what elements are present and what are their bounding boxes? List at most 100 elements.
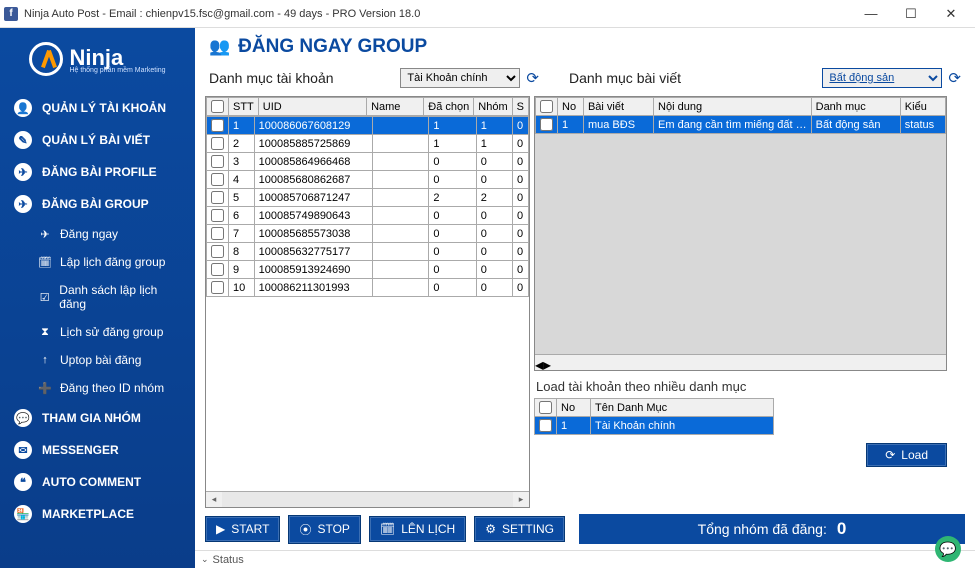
row-checkbox[interactable] — [211, 137, 224, 150]
sidebar-item[interactable]: ✉ MESSENGER — [0, 434, 195, 466]
sidebar-subitem[interactable]: ✈Đăng ngay — [0, 220, 195, 248]
posts-table[interactable]: No Bài viết Nội dung Danh mục Kiểu 1mua … — [534, 96, 947, 371]
col-danhmuc[interactable]: Danh mục — [811, 98, 900, 116]
multicat-select-all[interactable] — [539, 401, 552, 414]
refresh-posts-icon[interactable]: ⟳ — [948, 69, 961, 87]
sidebar-icon: ✎ — [14, 131, 32, 149]
sidebar-icon: 💬 — [14, 409, 32, 427]
sidebar-item[interactable]: 🏪MARKETPLACE — [0, 498, 195, 530]
accounts-select-all[interactable] — [211, 100, 224, 113]
table-row[interactable]: 8100085632775177 000 — [207, 243, 529, 261]
table-row[interactable]: 5100085706871247 220 — [207, 189, 529, 207]
col-noidung[interactable]: Nội dung — [654, 98, 812, 116]
col-stt[interactable]: STT — [229, 98, 259, 116]
accounts-hscroll[interactable]: ◂▸ — [206, 491, 529, 507]
sidebar-item-label: MARKETPLACE — [42, 507, 134, 521]
total-posted: Tổng nhóm đã đăng: 0 — [579, 514, 965, 544]
sidebar-subitem[interactable]: 🗓Lập lịch đăng group — [0, 248, 195, 276]
sidebar-subitem[interactable]: ☑Danh sách lập lịch đăng — [0, 276, 195, 318]
sidebar-item[interactable]: ✈ ĐĂNG BÀI PROFILE — [0, 156, 195, 188]
post-category-select[interactable]: Bất động sản — [822, 68, 942, 88]
app-icon: f — [4, 7, 18, 21]
sidebar-sub-icon: ➕ — [38, 382, 52, 395]
table-row[interactable]: 7100085685573038 000 — [207, 225, 529, 243]
play-icon: ▶ — [216, 522, 225, 536]
accounts-table[interactable]: STT UID Name Đã chọn Nhóm S 110008606760… — [205, 96, 530, 508]
row-checkbox[interactable] — [211, 227, 224, 240]
table-row[interactable]: 10100086211301993 000 — [207, 279, 529, 297]
table-row[interactable]: 6100085749890643 000 — [207, 207, 529, 225]
sidebar-sub-label: Uptop bài đăng — [60, 353, 141, 367]
multi-category-table[interactable]: No Tên Danh Mục 1Tài Khoản chính — [534, 398, 774, 435]
col-baiviet[interactable]: Bài viết — [583, 98, 653, 116]
sidebar-item-label: AUTO COMMENT — [42, 475, 141, 489]
table-row[interactable]: 9100085913924690 000 — [207, 261, 529, 279]
post-category-label: Danh mục bài viết — [569, 70, 681, 86]
sidebar-item-label: MESSENGER — [42, 443, 119, 457]
col-s[interactable]: S — [512, 98, 528, 116]
table-row[interactable]: 1mua BĐSEm đang cần tìm miếng đất …Bất đ… — [536, 116, 946, 134]
status-bar[interactable]: ⌄ Status — [195, 550, 975, 568]
row-checkbox[interactable] — [539, 419, 552, 432]
row-checkbox[interactable] — [211, 173, 224, 186]
row-checkbox[interactable] — [211, 119, 224, 132]
sidebar-icon: 👤 — [14, 99, 32, 117]
table-row[interactable]: 2100085885725869 110 — [207, 135, 529, 153]
col-uid[interactable]: UID — [258, 98, 366, 116]
support-chat-button[interactable]: 💬 — [935, 536, 961, 562]
sidebar-item-label: QUẢN LÝ TÀI KHOẢN — [42, 101, 166, 115]
account-category-select[interactable]: Tài Khoản chính — [400, 68, 520, 88]
row-checkbox[interactable] — [540, 118, 553, 131]
total-posted-value: 0 — [837, 519, 846, 539]
posts-select-all[interactable] — [540, 100, 553, 113]
row-checkbox[interactable] — [211, 263, 224, 276]
col-mc-ten[interactable]: Tên Danh Mục — [591, 399, 774, 417]
sidebar-subitem[interactable]: ⧗Lịch sử đăng group — [0, 318, 195, 346]
sidebar-item-label: QUẢN LÝ BÀI VIẾT — [42, 133, 150, 147]
table-row[interactable]: 1100086067608129 110 — [207, 117, 529, 135]
posts-hscroll[interactable]: ◂▸ — [535, 354, 946, 370]
sidebar-item-label: THAM GIA NHÓM — [42, 411, 141, 425]
sidebar-item[interactable]: 💬 THAM GIA NHÓM — [0, 402, 195, 434]
window-title: Ninja Auto Post - Email : chienpv15.fsc@… — [24, 8, 851, 20]
stop-button[interactable]: ⦿STOP — [288, 515, 360, 544]
sidebar-item-label: ĐĂNG BÀI PROFILE — [42, 165, 157, 179]
col-kieu[interactable]: Kiểu — [900, 98, 945, 116]
table-row[interactable]: 4100085680862687 000 — [207, 171, 529, 189]
sidebar-sub-label: Danh sách lập lịch đăng — [59, 283, 181, 311]
maximize-button[interactable]: ☐ — [891, 1, 931, 27]
row-checkbox[interactable] — [211, 209, 224, 222]
sidebar-sub-label: Lịch sử đăng group — [60, 325, 163, 339]
col-dachon[interactable]: Đã chọn — [424, 98, 474, 116]
table-row[interactable]: 3100085864966468 000 — [207, 153, 529, 171]
minimize-button[interactable]: — — [851, 1, 891, 27]
sidebar-sub-label: Lập lịch đăng group — [60, 255, 165, 269]
col-mc-no[interactable]: No — [557, 399, 591, 417]
row-checkbox[interactable] — [211, 191, 224, 204]
sidebar-item[interactable]: ❝AUTO COMMENT — [0, 466, 195, 498]
sidebar-item[interactable]: ✎ QUẢN LÝ BÀI VIẾT — [0, 124, 195, 156]
status-label: Status — [213, 554, 244, 566]
sidebar-sub-label: Đăng theo ID nhóm — [60, 381, 164, 395]
stop-icon: ⦿ — [299, 521, 311, 538]
load-button[interactable]: ⟳ Load — [866, 443, 947, 467]
titlebar: f Ninja Auto Post - Email : chienpv15.fs… — [0, 0, 975, 28]
schedule-button[interactable]: 🗓LÊN LỊCH — [369, 516, 466, 542]
sidebar-icon: ✉ — [14, 441, 32, 459]
row-checkbox[interactable] — [211, 281, 224, 294]
row-checkbox[interactable] — [211, 245, 224, 258]
sidebar-item[interactable]: 👤 QUẢN LÝ TÀI KHOẢN — [0, 92, 195, 124]
sidebar-icon: ✈ — [14, 163, 32, 181]
col-no[interactable]: No — [558, 98, 584, 116]
start-button[interactable]: ▶START — [205, 516, 280, 542]
sidebar-subitem[interactable]: ↑Uptop bài đăng — [0, 346, 195, 374]
col-nhom[interactable]: Nhóm — [474, 98, 512, 116]
row-checkbox[interactable] — [211, 155, 224, 168]
setting-button[interactable]: ⚙SETTING — [474, 516, 565, 542]
sidebar-subitem[interactable]: ➕ Đăng theo ID nhóm — [0, 374, 195, 402]
table-row[interactable]: 1Tài Khoản chính — [535, 417, 774, 435]
col-name[interactable]: Name — [367, 98, 424, 116]
sidebar-item[interactable]: ✈ĐĂNG BÀI GROUP — [0, 188, 195, 220]
close-button[interactable]: ✕ — [931, 1, 971, 27]
refresh-accounts-icon[interactable]: ⟳ — [526, 69, 539, 87]
